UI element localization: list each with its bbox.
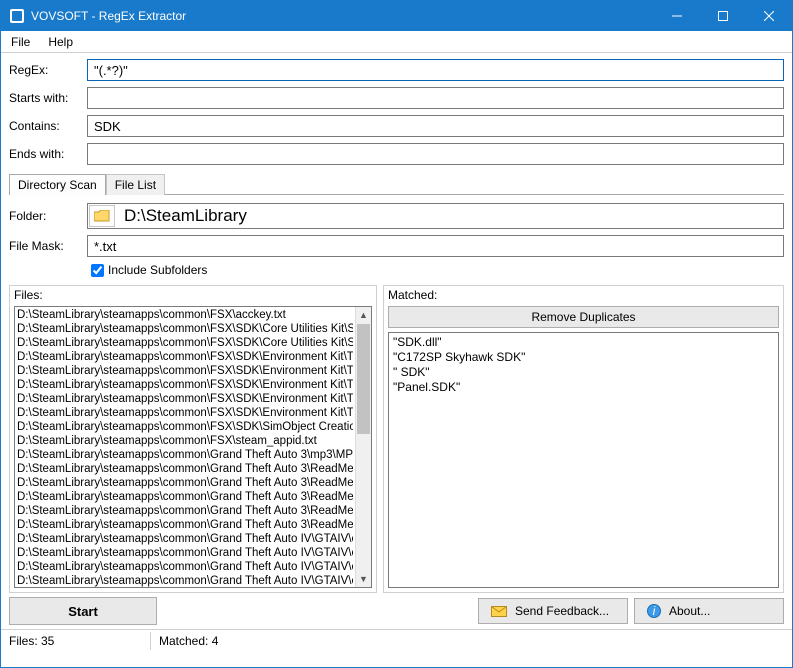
folder-icon	[94, 210, 110, 222]
file-line[interactable]: D:\SteamLibrary\steamapps\common\FSX\SDK…	[17, 406, 353, 420]
envelope-icon	[491, 606, 507, 617]
startswith-input[interactable]	[87, 87, 784, 109]
file-line[interactable]: D:\SteamLibrary\steamapps\common\FSX\SDK…	[17, 392, 353, 406]
endswith-label: Ends with:	[9, 147, 87, 161]
status-bar: Files: 35 Matched: 4	[1, 629, 792, 651]
folder-input[interactable]	[118, 205, 782, 227]
minimize-button[interactable]	[654, 1, 700, 31]
file-line[interactable]: D:\SteamLibrary\steamapps\common\FSX\SDK…	[17, 322, 353, 336]
browse-folder-button[interactable]	[89, 205, 115, 227]
menu-help[interactable]: Help	[44, 33, 77, 51]
file-line[interactable]: D:\SteamLibrary\steamapps\common\FSX\ste…	[17, 434, 353, 448]
file-line[interactable]: D:\SteamLibrary\steamapps\common\FSX\SDK…	[17, 420, 353, 434]
app-icon	[9, 8, 25, 24]
menu-bar: File Help	[1, 31, 792, 53]
include-subfolders-label: Include Subfolders	[108, 263, 207, 277]
endswith-input[interactable]	[87, 143, 784, 165]
remove-duplicates-button[interactable]: Remove Duplicates	[388, 306, 779, 328]
regex-input[interactable]	[87, 59, 784, 81]
file-line[interactable]: D:\SteamLibrary\steamapps\common\FSX\SDK…	[17, 364, 353, 378]
file-line[interactable]: D:\SteamLibrary\steamapps\common\FSX\SDK…	[17, 378, 353, 392]
tab-pane-directory-scan: Folder: File Mask: Include Subfolders	[9, 194, 784, 277]
svg-text:i: i	[653, 604, 656, 618]
send-feedback-button[interactable]: Send Feedback...	[478, 598, 628, 624]
file-line[interactable]: D:\SteamLibrary\steamapps\common\Grand T…	[17, 546, 353, 560]
filemask-input[interactable]	[87, 235, 784, 257]
matched-panel: Matched: Remove Duplicates "SDK.dll""C17…	[383, 285, 784, 593]
file-line[interactable]: D:\SteamLibrary\steamapps\common\Grand T…	[17, 574, 353, 587]
tab-directory-scan[interactable]: Directory Scan	[9, 174, 106, 195]
about-button[interactable]: i About...	[634, 598, 784, 624]
bottom-bar: Start Send Feedback... i About...	[1, 593, 792, 629]
match-line[interactable]: " SDK"	[393, 365, 774, 380]
regex-label: RegEx:	[9, 63, 87, 77]
matched-header: Matched:	[384, 286, 783, 304]
status-matched: Matched: 4	[151, 632, 301, 650]
files-panel: Files: D:\SteamLibrary\steamapps\common\…	[9, 285, 377, 593]
about-label: About...	[669, 604, 710, 618]
contains-input[interactable]	[87, 115, 784, 137]
files-header: Files:	[10, 286, 376, 304]
tab-file-list[interactable]: File List	[106, 174, 165, 195]
status-files: Files: 35	[1, 632, 151, 650]
scroll-down-arrow[interactable]: ▼	[356, 571, 371, 587]
file-line[interactable]: D:\SteamLibrary\steamapps\common\Grand T…	[17, 448, 353, 462]
filemask-label: File Mask:	[9, 239, 87, 253]
start-button[interactable]: Start	[9, 597, 157, 625]
tabs-row: Directory Scan File List	[9, 171, 784, 195]
form-area: RegEx: Starts with: Contains: Ends with:…	[1, 53, 792, 285]
matched-list[interactable]: "SDK.dll""C172SP Skyhawk SDK"" SDK""Pane…	[388, 332, 779, 588]
file-line[interactable]: D:\SteamLibrary\steamapps\common\FSX\acc…	[17, 308, 353, 322]
match-line[interactable]: "Panel.SDK"	[393, 380, 774, 395]
file-line[interactable]: D:\SteamLibrary\steamapps\common\FSX\SDK…	[17, 350, 353, 364]
file-line[interactable]: D:\SteamLibrary\steamapps\common\Grand T…	[17, 476, 353, 490]
menu-file[interactable]: File	[7, 33, 34, 51]
main-split: Files: D:\SteamLibrary\steamapps\common\…	[1, 285, 792, 593]
file-line[interactable]: D:\SteamLibrary\steamapps\common\Grand T…	[17, 462, 353, 476]
startswith-label: Starts with:	[9, 91, 87, 105]
scroll-thumb[interactable]	[357, 324, 370, 434]
files-scrollbar[interactable]: ▲ ▼	[355, 307, 371, 587]
folder-label: Folder:	[9, 209, 87, 223]
info-icon: i	[647, 604, 661, 618]
file-line[interactable]: D:\SteamLibrary\steamapps\common\Grand T…	[17, 518, 353, 532]
maximize-button[interactable]	[700, 1, 746, 31]
scroll-up-arrow[interactable]: ▲	[356, 307, 371, 323]
file-line[interactable]: D:\SteamLibrary\steamapps\common\Grand T…	[17, 504, 353, 518]
match-line[interactable]: "SDK.dll"	[393, 335, 774, 350]
files-list[interactable]: D:\SteamLibrary\steamapps\common\FSX\acc…	[14, 306, 372, 588]
file-line[interactable]: D:\SteamLibrary\steamapps\common\Grand T…	[17, 560, 353, 574]
send-feedback-label: Send Feedback...	[515, 604, 609, 618]
file-line[interactable]: D:\SteamLibrary\steamapps\common\Grand T…	[17, 532, 353, 546]
contains-label: Contains:	[9, 119, 87, 133]
window-title: VOVSOFT - RegEx Extractor	[31, 9, 654, 23]
include-subfolders-checkbox[interactable]	[91, 264, 104, 277]
file-line[interactable]: D:\SteamLibrary\steamapps\common\FSX\SDK…	[17, 336, 353, 350]
window-controls	[654, 1, 792, 31]
match-line[interactable]: "C172SP Skyhawk SDK"	[393, 350, 774, 365]
title-bar: VOVSOFT - RegEx Extractor	[1, 1, 792, 31]
file-line[interactable]: D:\SteamLibrary\steamapps\common\Grand T…	[17, 490, 353, 504]
close-button[interactable]	[746, 1, 792, 31]
